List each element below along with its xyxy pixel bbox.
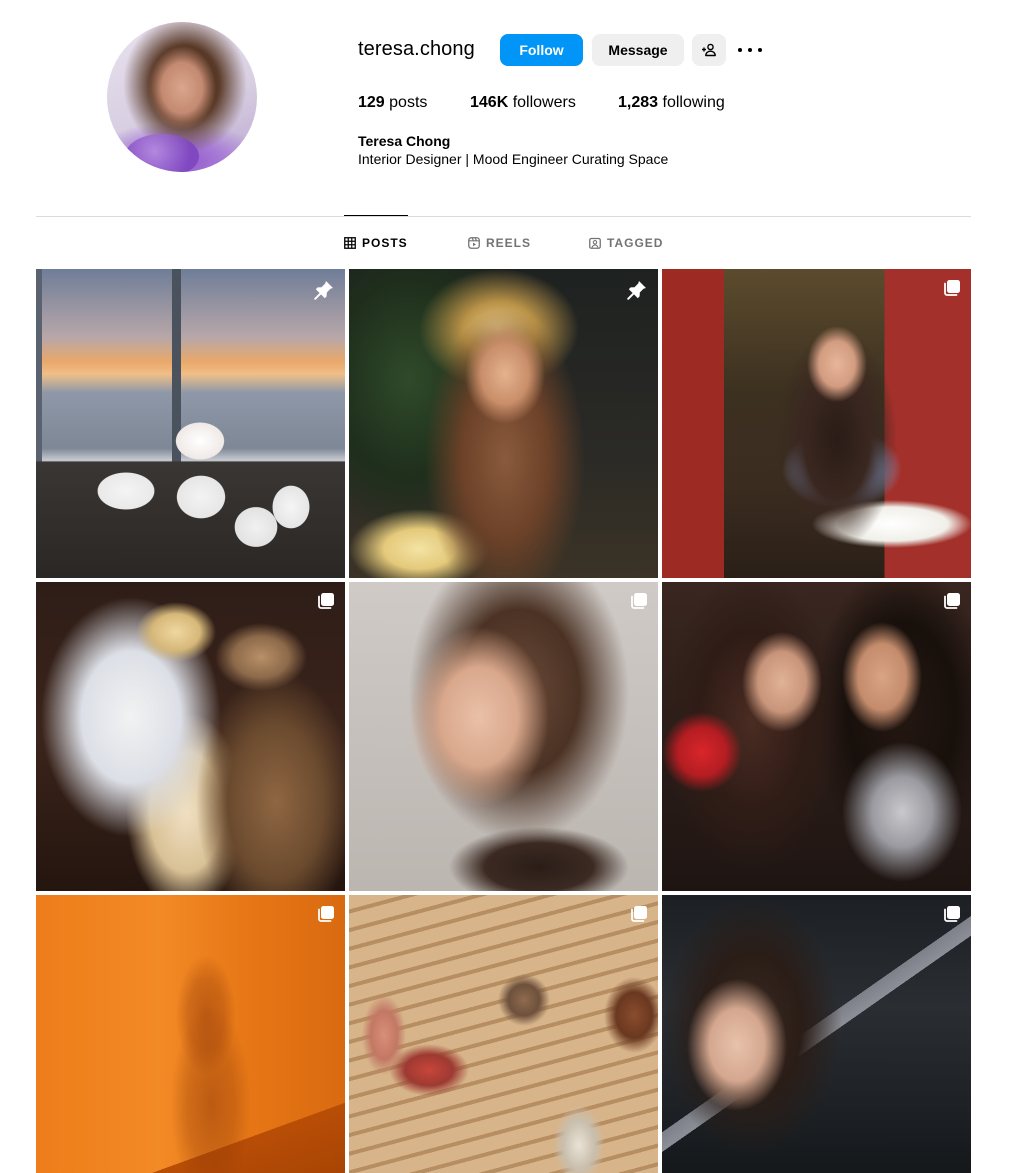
add-person-icon (702, 43, 716, 57)
post-tile[interactable] (662, 582, 971, 891)
post-tile[interactable] (349, 582, 658, 891)
carousel-icon (318, 906, 334, 922)
carousel-icon (631, 906, 647, 922)
more-dot-icon (748, 48, 752, 52)
tab-posts-label: POSTS (362, 236, 408, 250)
following-link[interactable]: 1,283 following (618, 94, 725, 112)
followers-link[interactable]: 146K followers (470, 94, 576, 112)
carousel-icon (631, 593, 647, 609)
profile-username: teresa.chong (358, 38, 475, 60)
message-button[interactable]: Message (592, 34, 684, 66)
carousel-icon (944, 593, 960, 609)
more-dot-icon (738, 48, 742, 52)
post-tile[interactable] (349, 895, 658, 1173)
post-tile[interactable] (36, 582, 345, 891)
grid-icon (344, 237, 356, 249)
profile-bio: Interior Designer | Mood Engineer Curati… (358, 151, 669, 167)
carousel-icon (944, 280, 960, 296)
pinned-icon (627, 281, 646, 300)
tabs-divider (36, 216, 971, 217)
tagged-icon (589, 237, 601, 249)
carousel-icon (944, 906, 960, 922)
post-tile[interactable] (36, 269, 345, 578)
more-dot-icon (758, 48, 762, 52)
post-tile[interactable] (36, 895, 345, 1173)
post-tile[interactable] (662, 895, 971, 1173)
post-tile[interactable] (349, 269, 658, 578)
post-tile[interactable] (662, 269, 971, 578)
suggested-accounts-button[interactable] (692, 34, 726, 66)
profile-full-name: Teresa Chong (358, 133, 451, 149)
posts-count: 129 posts (358, 94, 428, 111)
reels-icon (468, 237, 480, 249)
carousel-icon (318, 593, 334, 609)
pinned-icon (314, 281, 333, 300)
follow-button[interactable]: Follow (500, 34, 583, 66)
active-tab-indicator (344, 215, 408, 216)
more-options-button[interactable] (738, 40, 762, 60)
tab-reels-label: REELS (486, 236, 532, 250)
tab-tagged[interactable]: TAGGED (589, 236, 663, 250)
tab-tagged-label: TAGGED (607, 236, 664, 250)
profile-avatar[interactable] (107, 22, 257, 172)
tab-reels[interactable]: REELS (468, 236, 531, 250)
tab-posts[interactable]: POSTS (344, 236, 408, 250)
